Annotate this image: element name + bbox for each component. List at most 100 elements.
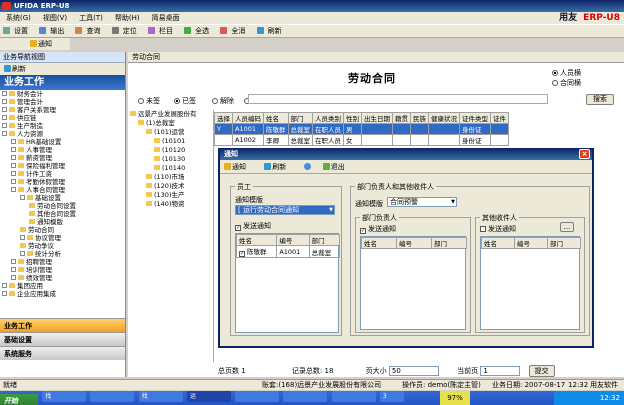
employee-template-select[interactable]: [ 运行劳动合同通知 [235, 205, 335, 215]
tree-item[interactable]: 保险福利管理 [0, 162, 125, 170]
expand-icon[interactable] [20, 195, 25, 200]
org-tree-item[interactable]: (10120 [128, 146, 213, 155]
taskbar-item[interactable] [235, 391, 280, 402]
dept-head-send-checkbox[interactable]: ✓ 发送通知 [360, 224, 396, 234]
toolbar-output[interactable]: 输出 [36, 25, 70, 38]
other-send-checkbox[interactable]: 发送通知 [480, 224, 516, 234]
expand-icon[interactable] [2, 99, 7, 104]
expand-icon[interactable] [11, 139, 16, 144]
view-option-contract[interactable]: 合同横 [552, 78, 581, 88]
search-input[interactable] [248, 94, 548, 104]
submit-button[interactable]: 提交 [528, 365, 555, 377]
tree-item[interactable]: 招聘管理 [0, 258, 125, 266]
tree-item[interactable]: 财务会计 [0, 90, 125, 98]
org-tree-item[interactable]: (130)生产 [128, 191, 213, 200]
column-header[interactable]: 性别 [343, 112, 362, 124]
nav-button-system-service[interactable]: 系统服务 [0, 346, 125, 360]
org-tree-item[interactable]: (1)总裁室 [128, 119, 213, 128]
column-header[interactable]: 证件类型 [459, 112, 491, 124]
dialog-help-icon[interactable] [304, 163, 312, 171]
tree-item[interactable]: 人事管理 [0, 146, 125, 154]
menu-simple-desktop[interactable]: 简易桌面 [146, 12, 186, 24]
employee-send-checkbox[interactable]: ✓ 发送通知 [235, 221, 271, 231]
taskbar-item[interactable] [90, 391, 135, 402]
browse-recipients-button[interactable]: ... [560, 222, 574, 232]
page-size-input[interactable]: 50 [388, 366, 439, 376]
expand-icon[interactable] [20, 235, 25, 240]
toolbar-select-all[interactable]: 全选 [181, 25, 215, 38]
tree-item[interactable]: 管理会计 [0, 98, 125, 106]
tree-item[interactable]: 协议管理 [0, 234, 125, 242]
taskbar-item[interactable]: 3 [379, 391, 404, 402]
org-tree-item[interactable]: (140)物资 [128, 200, 213, 209]
dialog-exit-button[interactable]: 退出 [322, 163, 353, 171]
tab-labor-contract[interactable]: 劳动合同 [128, 52, 624, 63]
expand-icon[interactable] [11, 179, 16, 184]
expand-icon[interactable] [11, 163, 16, 168]
column-header[interactable]: 籍贯 [392, 112, 411, 124]
tree-item[interactable]: 人事合同管理 [0, 186, 125, 194]
tree-item[interactable]: 劳动合同设置 [0, 202, 125, 210]
org-tree-item[interactable]: (10101 [128, 137, 213, 146]
expand-icon[interactable] [11, 267, 16, 272]
tree-item[interactable]: 客户关系管理 [0, 106, 125, 114]
tree-item[interactable]: 其他合同设置 [0, 210, 125, 218]
expand-icon[interactable] [11, 171, 16, 176]
column-header[interactable]: 部门 [287, 112, 313, 124]
tree-item[interactable]: 绩效管理 [0, 274, 125, 282]
tree-item[interactable]: 集团应用 [0, 282, 125, 290]
checkbox-icon[interactable]: ✓ [239, 251, 245, 257]
expand-icon[interactable] [11, 259, 16, 264]
filter-signed[interactable]: 已签 [174, 96, 196, 106]
tree-item[interactable]: 劳动合同 [0, 226, 125, 234]
expand-icon[interactable] [2, 107, 7, 112]
column-header[interactable]: 姓名 [263, 112, 289, 124]
table-row[interactable]: Y A1001 陈敬群 总裁室 在职人员男 身份证 [214, 123, 509, 135]
search-button[interactable]: 搜索 [586, 94, 614, 105]
org-tree-item[interactable]: (10130 [128, 155, 213, 164]
table-row[interactable]: ✓ 陈敬群 A1001 总裁室 [235, 245, 341, 258]
tree-item[interactable]: 供应链 [0, 114, 125, 122]
nav-refresh-button[interactable]: 刷新 [4, 65, 26, 73]
org-tree-item[interactable]: (110)市场 [128, 173, 213, 182]
column-header[interactable]: 健康状况 [428, 112, 460, 124]
tree-item[interactable]: 通知模版 [0, 218, 125, 226]
menu-view[interactable]: 视图(V) [37, 12, 73, 24]
toolbar-notify[interactable]: 通知 [0, 40, 52, 48]
table-row[interactable]: A1002 李卿 总裁室 在职人员女 身份证 [214, 134, 509, 146]
taskbar-item[interactable]: 运 [186, 391, 231, 402]
tree-item[interactable]: 生产制造 [0, 122, 125, 130]
menu-tools[interactable]: 工具(T) [73, 12, 109, 24]
expand-icon[interactable] [2, 123, 7, 128]
toolbar-query[interactable]: 查询 [72, 25, 106, 38]
org-tree-item[interactable]: (101)运营 [128, 128, 213, 137]
expand-icon[interactable] [2, 291, 7, 296]
expand-icon[interactable] [11, 187, 16, 192]
tree-item[interactable]: 企业应用集成 [0, 290, 125, 298]
tree-item[interactable]: HR基础设置 [0, 138, 125, 146]
tree-item[interactable]: 基础设置 [0, 194, 125, 202]
expand-icon[interactable] [11, 155, 16, 160]
dept-template-select[interactable]: 合同预警 [387, 197, 457, 207]
filter-unsigned[interactable]: 未签 [138, 96, 160, 106]
expand-icon[interactable] [2, 91, 7, 96]
tree-item[interactable]: 统计分析 [0, 250, 125, 258]
menu-help[interactable]: 帮助(H) [109, 12, 146, 24]
tree-item[interactable]: 培训管理 [0, 266, 125, 274]
toolbar-columns[interactable]: 栏目 [145, 25, 179, 38]
expand-icon[interactable] [11, 275, 16, 280]
column-header[interactable]: 选择 [214, 112, 233, 124]
nav-button-business[interactable]: 业务工作 [0, 318, 125, 332]
taskbar-item[interactable]: 找 [42, 391, 87, 402]
menu-system[interactable]: 系统(G) [0, 12, 37, 24]
dialog-notify-button[interactable]: 通知 [224, 163, 254, 171]
column-header[interactable]: 出生日期 [361, 112, 393, 124]
start-button[interactable]: 开始 [0, 394, 38, 405]
org-tree-item[interactable]: 远景产业发展股份有 [128, 110, 213, 119]
tree-item[interactable]: 考勤休假管理 [0, 178, 125, 186]
org-tree-item[interactable]: (120)技术 [128, 182, 213, 191]
column-header[interactable]: 人员编码 [232, 112, 264, 124]
column-header[interactable]: 民族 [410, 112, 429, 124]
expand-icon[interactable] [11, 147, 16, 152]
toolbar-refresh[interactable]: 刷新 [254, 25, 288, 38]
